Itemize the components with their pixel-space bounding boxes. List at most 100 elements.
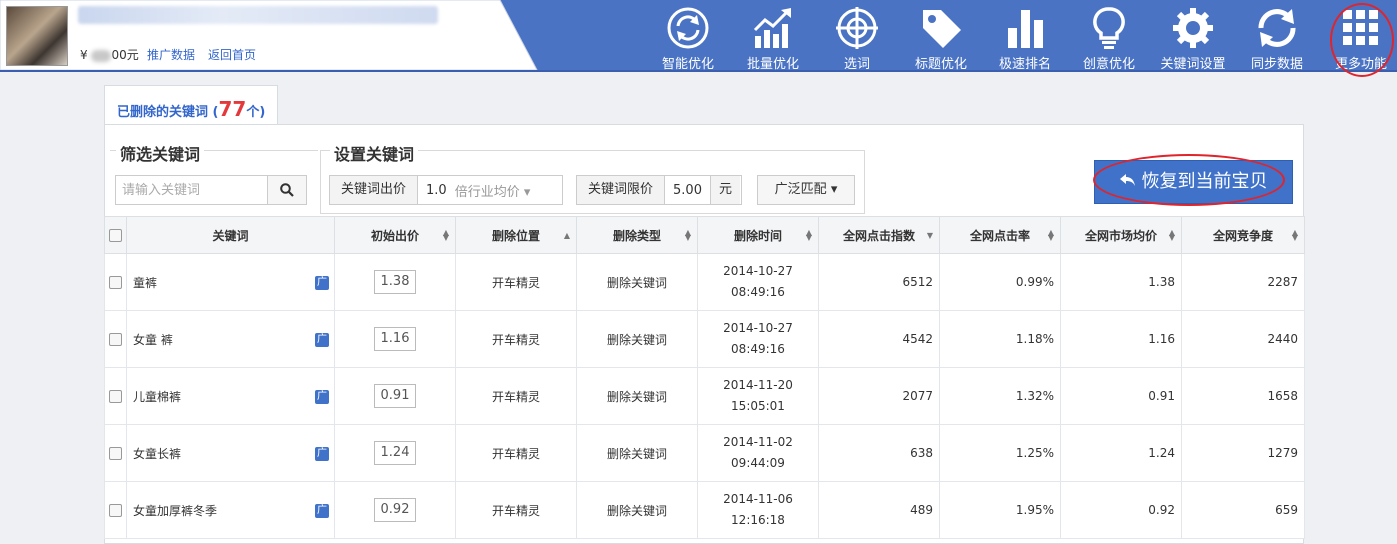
initial-bid-input[interactable]: 1.24	[374, 441, 416, 465]
initial-bid-input[interactable]: 0.91	[374, 384, 416, 408]
delete-type-cell: 删除关键词	[576, 310, 698, 368]
nav-select-words[interactable]: 选词	[815, 0, 899, 72]
nav-keyword-settings[interactable]: 关键词设置	[1151, 0, 1235, 72]
select-all-checkbox[interactable]	[109, 229, 122, 242]
click-index-cell: 6512	[818, 253, 940, 311]
broad-match-badge[interactable]: 广	[315, 447, 329, 461]
delete-clock-time: 08:49:16	[731, 285, 785, 299]
row-checkbox[interactable]	[109, 333, 122, 346]
delete-type-cell: 删除关键词	[576, 424, 698, 482]
match-type-dropdown[interactable]: 广泛匹配 ▾	[757, 175, 855, 205]
table-row[interactable]: 女童长裤广 1.24 开车精灵 删除关键词 2014-11-02 09:44:09 638 1…	[104, 424, 1305, 482]
nav-smart-optimize[interactable]: 智能优化	[646, 0, 730, 72]
shop-name-blurred	[78, 6, 438, 24]
delete-time-cell: 2014-10-27 08:49:16	[697, 253, 819, 311]
keyword-search-input[interactable]	[116, 176, 280, 204]
keyword-cell: 女童长裤 广	[126, 424, 335, 482]
nav-label: 创意优化	[1082, 57, 1135, 72]
nav-batch-optimize[interactable]: 批量优化	[731, 0, 815, 72]
reply-arrow-icon	[1119, 161, 1136, 203]
deleted-count: 77	[218, 97, 247, 121]
table-row[interactable]: 儿童棉裤 广 0.91 开车精灵 删除关键词 2014-11-20 15:05:01 2077…	[104, 367, 1305, 425]
shop-avatar[interactable]	[6, 6, 68, 66]
competition-cell: 1658	[1181, 367, 1305, 425]
col-competition[interactable]: 全网竞争度 ▲ ▼	[1181, 216, 1305, 254]
gear-icon	[1173, 8, 1213, 48]
nav-more-features[interactable]: 更多功能	[1319, 0, 1397, 72]
top-header: ¥ 00元 推广数据 返回首页 智能优化 批量优化 选词 标题优化 极速排名 创…	[0, 0, 1397, 77]
keyword-search	[115, 175, 307, 205]
delete-clock-time: 15:05:01	[731, 399, 785, 413]
table-row[interactable]: 女童加厚裤冬季 广 0.92 开车精灵 删除关键词 2014-11-06 12:16:18 4…	[104, 481, 1305, 539]
row-checkbox[interactable]	[109, 504, 122, 517]
col-delete-location[interactable]: 删除位置 ▲	[455, 216, 577, 254]
refresh-circle-icon	[667, 7, 709, 49]
keyword-bid-button[interactable]: 关键词出价	[330, 176, 419, 204]
row-checkbox[interactable]	[109, 447, 122, 460]
header-label: 删除位置	[491, 228, 540, 243]
initial-bid-input[interactable]: 0.92	[374, 498, 416, 522]
caret-down-icon: ▾	[523, 184, 531, 200]
delete-date: 2014-10-27	[723, 264, 793, 278]
limit-price-value[interactable]: 5.00	[665, 183, 710, 198]
search-button[interactable]	[267, 176, 306, 204]
broad-match-badge[interactable]: 广	[315, 276, 329, 290]
header-label: 全网市场均价	[1084, 228, 1157, 243]
col-delete-time[interactable]: 删除时间 ▲ ▼	[697, 216, 819, 254]
nav-sync-data[interactable]: 同步数据	[1235, 0, 1319, 72]
market-avg-price-cell: 1.24	[1060, 424, 1182, 482]
bid-mode-dropdown[interactable]: 倍行业均价 ▾	[455, 181, 531, 200]
competition-cell: 1279	[1181, 424, 1305, 482]
header-label: 全网竞争度	[1212, 228, 1273, 243]
col-ctr[interactable]: 全网点击率 ▲ ▼	[939, 216, 1061, 254]
keyword-text: 女童 裤	[133, 332, 173, 347]
keyword-text: 女童长裤	[133, 446, 182, 461]
keyword-text: 女童加厚裤冬季	[133, 503, 218, 518]
select-all-cell	[104, 216, 127, 254]
col-delete-type[interactable]: 删除类型 ▲ ▼	[576, 216, 698, 254]
initial-bid-input[interactable]: 1.38	[374, 270, 416, 294]
ctr-cell: 1.18%	[939, 310, 1061, 368]
nav-label: 更多功能	[1334, 57, 1387, 72]
delete-date: 2014-10-27	[723, 321, 793, 335]
nav-fast-rank[interactable]: 极速排名	[983, 0, 1067, 72]
back-home-link[interactable]: 返回首页	[208, 46, 256, 63]
broad-match-badge[interactable]: 广	[315, 504, 329, 518]
delete-clock-time: 12:16:18	[731, 513, 785, 527]
keyword-bid-control: 关键词出价 1.0 倍行业均价 ▾	[329, 175, 563, 205]
delete-date: 2014-11-06	[723, 492, 793, 506]
nav-title-optimize[interactable]: 标题优化	[899, 0, 983, 72]
col-market-avg-price[interactable]: 全网市场均价 ▲ ▼	[1060, 216, 1182, 254]
balance-currency: ¥	[80, 48, 88, 62]
col-click-index[interactable]: 全网点击指数 ▼	[818, 216, 940, 254]
sync-icon	[1258, 9, 1296, 47]
promotion-data-link[interactable]: 推广数据	[147, 46, 195, 63]
initial-bid-cell: 0.91	[334, 367, 456, 425]
table-row[interactable]: 女童 裤 广 1.16 开车精灵 删除关键词 2014-10-27 08:49:16 4542…	[104, 310, 1305, 368]
table-row[interactable]: 童裤 广 1.38 开车精灵 删除关键词 2014-10-27 08:49:16 6512 0.…	[104, 253, 1305, 311]
keyword-cell: 儿童棉裤 广	[126, 367, 335, 425]
bid-multiplier-value[interactable]: 1.0	[418, 183, 455, 198]
header-label: 删除类型	[612, 228, 661, 243]
search-icon	[280, 183, 294, 197]
ctr-cell: 1.25%	[939, 424, 1061, 482]
row-checkbox[interactable]	[109, 390, 122, 403]
bid-mode-label: 倍行业均价	[454, 184, 520, 200]
tab-deleted-keywords[interactable]: 已删除的关键词 (77个)	[104, 85, 278, 125]
keyword-limit-control: 关键词限价 5.00 元	[576, 175, 742, 205]
nav-creative-optimize[interactable]: 创意优化	[1067, 0, 1151, 72]
delete-location-cell: 开车精灵	[455, 310, 577, 368]
delete-date: 2014-11-20	[723, 378, 793, 392]
settings-group-title: 设置关键词	[330, 141, 419, 165]
restore-to-current-item-button[interactable]: 恢复到当前宝贝	[1094, 160, 1293, 204]
broad-match-badge[interactable]: 广	[315, 333, 329, 347]
sort-icon: ▲ ▼	[684, 228, 691, 242]
keyword-limit-button[interactable]: 关键词限价	[577, 176, 666, 204]
col-initial-bid[interactable]: 初始出价 ▲ ▼	[334, 216, 456, 254]
sort-icon: ▲ ▼	[805, 228, 812, 242]
row-checkbox[interactable]	[109, 276, 122, 289]
broad-match-badge[interactable]: 广	[315, 390, 329, 404]
nav-label: 智能优化	[661, 57, 714, 72]
delete-location-cell: 开车精灵	[455, 253, 577, 311]
initial-bid-input[interactable]: 1.16	[374, 327, 416, 351]
